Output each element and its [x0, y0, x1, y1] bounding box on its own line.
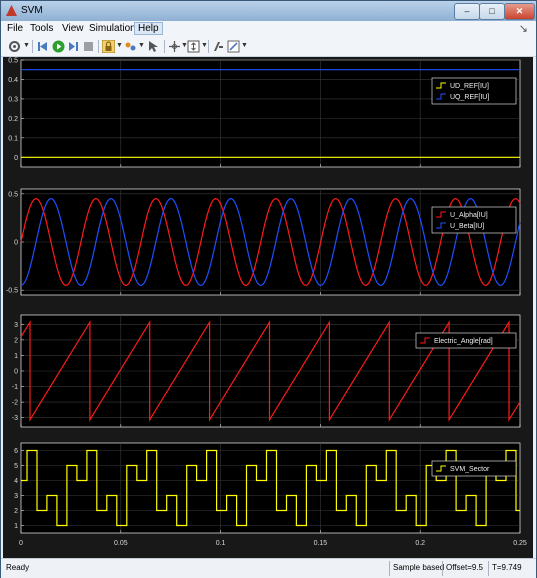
- window-title: SVM: [21, 5, 43, 16]
- menu-view[interactable]: View: [62, 23, 84, 34]
- legend: SVM_Sector: [431, 460, 517, 477]
- highlight-icon[interactable]: [124, 40, 137, 53]
- cursor-icon[interactable]: [168, 40, 181, 53]
- status-bar: Ready Sample based Offset=9.5 T=9.749: [1, 558, 536, 578]
- toolbar: ▼ ▼ ▼ ▼ ▼ ▼: [1, 37, 536, 57]
- status-ready: Ready: [6, 563, 30, 572]
- dock-arrow-icon[interactable]: ↘: [519, 22, 528, 35]
- status-offset: Offset=9.5: [446, 563, 483, 572]
- x-tick-label: 0.1: [216, 540, 226, 547]
- toolbar-separator: [98, 40, 99, 53]
- y-tick-label: 0: [14, 369, 18, 376]
- menu-tools[interactable]: Tools: [30, 23, 53, 34]
- status-separator: [389, 561, 390, 576]
- y-tick-label: 2: [14, 337, 18, 344]
- scope-panel-3: 3 2 1 0 -1 -2 -3 Electric_Angle[rad]: [12, 314, 521, 428]
- run-icon[interactable]: [52, 40, 65, 53]
- style-icon[interactable]: [212, 40, 225, 53]
- status-separator: [442, 561, 443, 576]
- y-tick-label: -1: [12, 384, 18, 391]
- fit-dropdown-icon[interactable]: ▼: [201, 42, 208, 49]
- legend-label: Electric_Angle[rad]: [434, 338, 493, 345]
- y-tick-label: 5: [14, 463, 18, 470]
- x-tick-label: 0.25: [513, 540, 527, 547]
- y-tick-label: 1: [14, 353, 18, 360]
- legend: UD_REF[IU] UQ_REF[IU]: [431, 77, 517, 105]
- scope-panel-1: 0.5 0.4 0.3 0.2 0.1 0 UD_REF[IU] UQ_REF[IU]: [8, 58, 521, 168]
- status-separator: [488, 561, 489, 576]
- y-tick-label: 1: [14, 523, 18, 530]
- y-tick-label: 0.5: [8, 191, 18, 198]
- stop-icon[interactable]: [82, 40, 95, 53]
- pointer-icon[interactable]: [147, 40, 160, 53]
- close-button[interactable]: ✕: [504, 3, 535, 20]
- y-tick-label: 0.4: [8, 77, 18, 84]
- legend: Electric_Angle[rad]: [415, 332, 517, 349]
- y-tick-label: 2: [14, 508, 18, 515]
- scope-window: SVM – □ ✕ File Tools View Simulation Hel…: [0, 0, 537, 578]
- lock-dropdown-icon[interactable]: ▼: [116, 42, 123, 49]
- toolbar-separator: [32, 40, 33, 53]
- y-tick-label: 0: [14, 155, 18, 162]
- y-tick-label: -2: [12, 400, 18, 407]
- toolbar-separator: [208, 40, 209, 53]
- menu-bar: File Tools View Simulation Help ↘: [1, 21, 536, 38]
- maximize-button[interactable]: □: [479, 3, 505, 20]
- lock-icon[interactable]: [102, 40, 115, 53]
- menu-simulation[interactable]: Simulation: [89, 23, 136, 34]
- legend-label: UD_REF[IU]: [450, 83, 489, 90]
- status-mode: Sample based: [393, 563, 445, 572]
- scope-panel-4: 6 5 4 3 2 1 SVM_Sector: [14, 442, 521, 534]
- highlight-dropdown-icon[interactable]: ▼: [138, 42, 145, 49]
- legend: U_Alpha[IU] U_Beta[IU]: [431, 206, 517, 234]
- title-bar[interactable]: SVM – □ ✕: [1, 1, 536, 21]
- y-tick-label: 3: [14, 322, 18, 329]
- y-tick-label: 3: [14, 493, 18, 500]
- matlab-logo-icon: [6, 5, 17, 16]
- x-tick-label: 0.05: [114, 540, 128, 547]
- y-tick-label: 0: [14, 240, 18, 247]
- y-tick-label: 0.3: [8, 96, 18, 103]
- x-tick-label: 0: [19, 540, 23, 547]
- legend-label: U_Alpha[IU]: [450, 212, 488, 219]
- x-tick-label: 0.15: [314, 540, 328, 547]
- legend-label: SVM_Sector: [450, 466, 490, 473]
- legend-label: U_Beta[IU]: [450, 223, 484, 230]
- minimize-button[interactable]: –: [454, 3, 480, 20]
- menu-help[interactable]: Help: [134, 22, 163, 35]
- edit-icon[interactable]: [227, 40, 240, 53]
- y-tick-label: 4: [14, 478, 18, 485]
- y-tick-label: 0.2: [8, 116, 18, 123]
- y-tick-label: -3: [12, 415, 18, 422]
- plot-frame: [20, 59, 521, 168]
- plot-frame: [20, 442, 521, 534]
- status-time: T=9.749: [492, 563, 522, 572]
- scope-plots[interactable]: 0.50.40.30.20.10UD_REF[IU]UQ_REF[IU]0.50…: [3, 57, 533, 558]
- menu-file[interactable]: File: [7, 23, 23, 34]
- fit-icon[interactable]: [187, 40, 200, 53]
- settings-dropdown-icon[interactable]: ▼: [23, 42, 30, 49]
- x-tick-label: 0.2: [415, 540, 425, 547]
- step-icon[interactable]: [67, 40, 80, 53]
- y-tick-label: 0.1: [8, 135, 18, 142]
- y-tick-label: 6: [14, 448, 18, 455]
- settings-icon[interactable]: [8, 40, 21, 53]
- toolbar-separator: [164, 40, 165, 53]
- edit-dropdown-icon[interactable]: ▼: [241, 42, 248, 49]
- y-tick-label: 0.5: [8, 58, 18, 65]
- back-icon[interactable]: [37, 40, 50, 53]
- scope-display: 0.5 0.4 0.3 0.2 0.1 0 UD_REF[IU] UQ_REF[IU] 0.5 0…: [3, 57, 533, 558]
- legend-label: UQ_REF[IU]: [450, 94, 489, 101]
- y-tick-label: -0.5: [6, 288, 18, 295]
- scope-panel-2: 0.5 0 -0.5 U_Alpha[IU] U_Beta[IU]: [6, 188, 521, 296]
